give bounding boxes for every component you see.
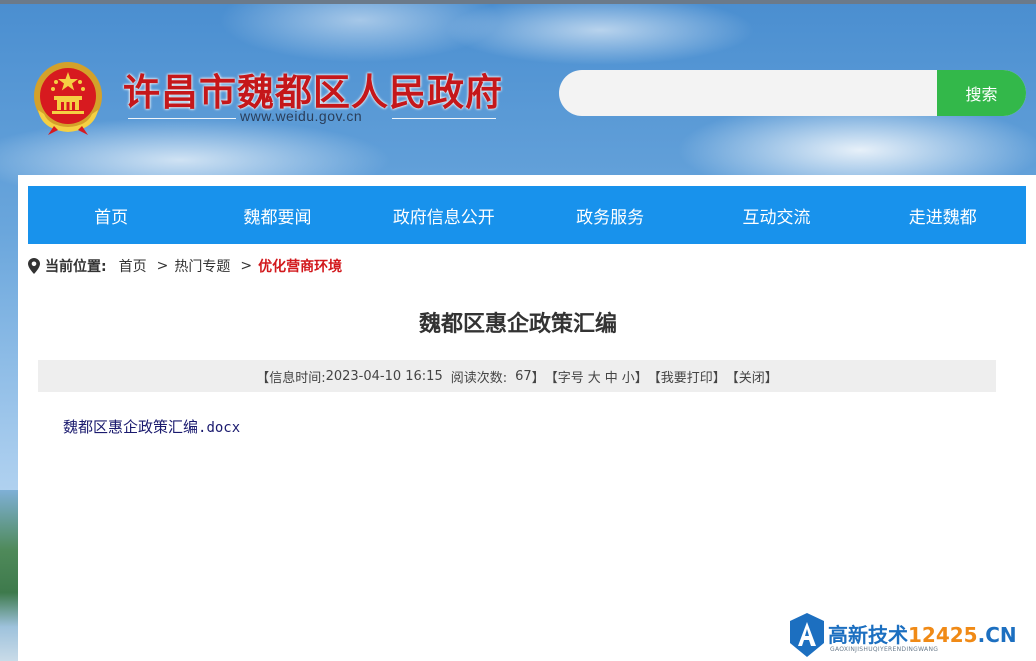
- title-divider-left: [128, 118, 236, 119]
- watermark-domain: .CN: [977, 623, 1017, 647]
- meta-font-size-open: 【字号: [544, 370, 584, 386]
- meta-reads-value: 67: [515, 368, 532, 384]
- watermark-brand: 高新技术: [828, 623, 908, 647]
- scenic-background-strip: [0, 490, 20, 661]
- location-pin-icon: [28, 258, 40, 274]
- nav-item-interaction[interactable]: 互动交流: [693, 186, 859, 244]
- watermark-badge-icon: [790, 613, 824, 657]
- search-bar: 搜索: [559, 70, 1026, 116]
- breadcrumb-separator: >: [240, 258, 253, 274]
- search-input[interactable]: [559, 70, 937, 116]
- breadcrumb-label: 当前位置:: [45, 259, 107, 275]
- watermark-subtext: GAOXINJISHUQIYERENDINGWANG: [830, 646, 939, 653]
- close-button[interactable]: 【关闭】: [726, 367, 778, 386]
- meta-font-size-close: 】: [634, 370, 648, 386]
- breadcrumb-item-current[interactable]: 优化营商环境: [258, 256, 342, 276]
- attachment-extension: .docx: [198, 420, 241, 436]
- top-strip: [0, 0, 1036, 4]
- attachment-link[interactable]: 魏都区惠企政策汇编.docx: [63, 416, 240, 437]
- font-size-large-button[interactable]: 大: [588, 367, 601, 386]
- breadcrumb-item-topics[interactable]: 热门专题: [174, 256, 230, 276]
- breadcrumb-item-home[interactable]: 首页: [119, 256, 147, 276]
- national-emblem-icon: [34, 62, 102, 135]
- breadcrumb: 当前位置: 首页 > 热门专题 > 优化营商环境: [28, 256, 342, 276]
- print-button[interactable]: 【我要打印】: [648, 367, 726, 386]
- meta-time-label: 【信息时间:: [256, 370, 326, 386]
- article-meta-bar: 【信息时间: 2023-04-10 16:15 阅读次数: 67 】 【字号 大…: [38, 360, 996, 392]
- watermark-logo: 高新技术12425.CN GAOXINJISHUQIYERENDINGWANG: [790, 611, 1036, 661]
- watermark-number: 12425: [908, 623, 978, 647]
- meta-reads-label: 阅读次数:: [450, 370, 508, 386]
- font-size-small-button[interactable]: 小: [622, 367, 635, 386]
- nav-item-news[interactable]: 魏都要闻: [194, 186, 360, 244]
- nav-item-services[interactable]: 政务服务: [527, 186, 693, 244]
- article-title: 魏都区惠企政策汇编: [418, 312, 617, 337]
- attachment-name: 魏都区惠企政策汇编: [63, 418, 199, 436]
- search-button[interactable]: 搜索: [937, 70, 1026, 116]
- title-divider-right: [392, 118, 496, 119]
- watermark-text: 高新技术12425.CN: [828, 619, 1017, 648]
- nav-item-about[interactable]: 走进魏都: [860, 186, 1026, 244]
- site-url[interactable]: www.weidu.gov.cn: [240, 108, 362, 124]
- main-nav: 首页 魏都要闻 政府信息公开 政务服务 互动交流 走进魏都: [28, 186, 1026, 244]
- nav-item-home[interactable]: 首页: [28, 186, 194, 244]
- nav-item-gov-info[interactable]: 政府信息公开: [361, 186, 527, 244]
- meta-reads-close: 】: [531, 370, 545, 386]
- breadcrumb-separator: >: [156, 258, 169, 274]
- meta-time-value: 2023-04-10 16:15: [325, 368, 443, 384]
- font-size-medium-button[interactable]: 中: [605, 367, 618, 386]
